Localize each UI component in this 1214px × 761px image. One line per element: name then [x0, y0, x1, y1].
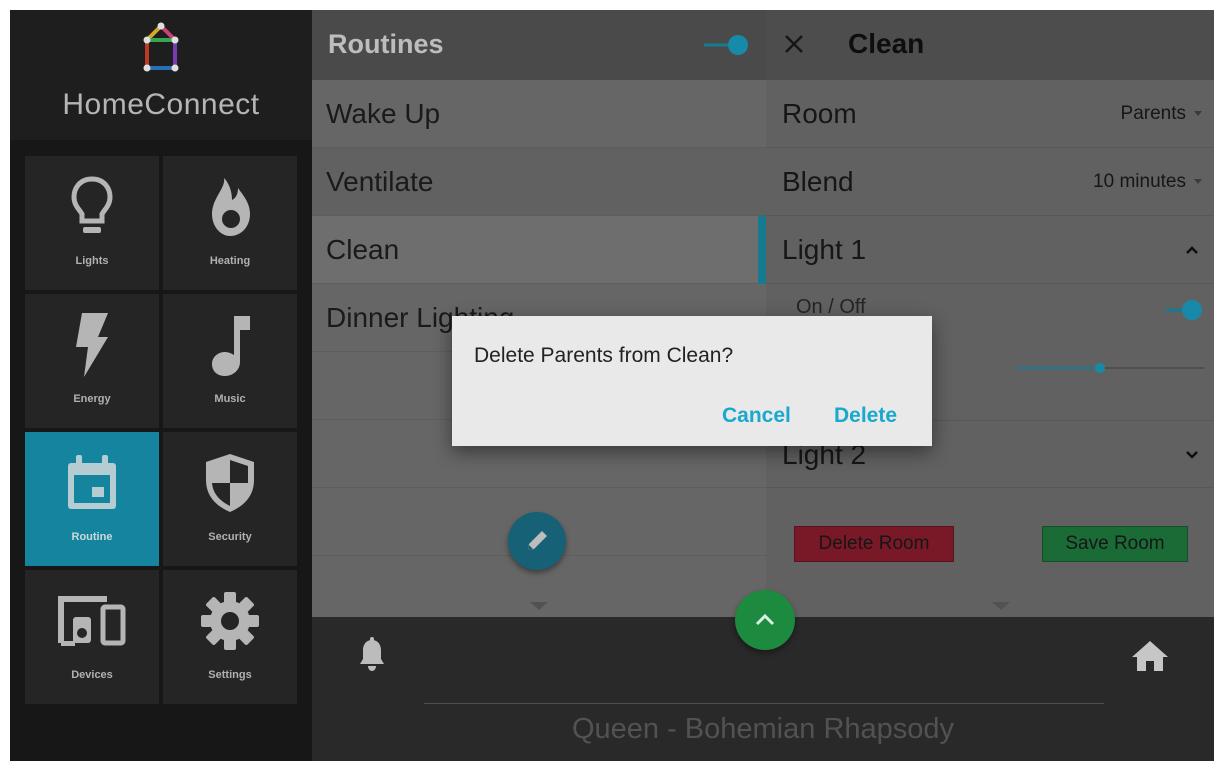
brand-header: HomeConnect: [10, 10, 312, 140]
player-divider: [424, 703, 1104, 704]
lightning-icon: [25, 308, 159, 382]
light1-label: Light 1: [782, 234, 867, 265]
save-room-button[interactable]: Save Room: [1042, 526, 1188, 562]
light1-toggle[interactable]: [1164, 299, 1204, 321]
scroll-down-indicator: [992, 602, 1010, 610]
routine-item-ventilate[interactable]: Ventilate: [312, 148, 766, 216]
shield-icon: [163, 446, 297, 520]
edit-routine-button[interactable]: [508, 512, 566, 570]
routine-item-wake-up[interactable]: Wake Up: [312, 80, 766, 148]
brand-name: HomeConnect: [62, 88, 260, 121]
detail-title: Clean: [848, 28, 925, 59]
nav-tile-label: Music: [214, 393, 246, 405]
house-logo-icon: [143, 22, 179, 72]
bell-icon[interactable]: [358, 637, 386, 673]
routine-detail-panel: Clean Room Parents Blend 10 minutes Ligh…: [766, 10, 1214, 617]
home-icon[interactable]: [1130, 639, 1170, 673]
nav-tile-devices[interactable]: Devices: [25, 570, 159, 704]
expand-player-button[interactable]: [735, 590, 795, 650]
gear-icon: [163, 584, 297, 658]
room-row: Room Parents: [766, 80, 1214, 148]
flame-icon: [163, 170, 297, 244]
nav-tile-label: Settings: [208, 669, 252, 681]
sidebar: HomeConnect Lights Heating Energy Music …: [10, 10, 312, 761]
close-icon[interactable]: [782, 32, 806, 56]
chevron-down-icon[interactable]: [1184, 447, 1200, 463]
app-window: HomeConnect Lights Heating Energy Music …: [10, 10, 1214, 761]
nav-tile-label: Routine: [71, 531, 113, 543]
music-note-icon: [163, 308, 297, 382]
lightbulb-icon: [25, 170, 159, 244]
light1-row[interactable]: Light 1: [766, 216, 1214, 284]
calendar-icon: [25, 446, 159, 520]
nav-tile-lights[interactable]: Lights: [25, 156, 159, 290]
cancel-button[interactable]: Cancel: [722, 404, 791, 428]
blend-select[interactable]: 10 minutes: [1093, 148, 1202, 216]
routines-title: Routines: [328, 29, 444, 59]
nav-tile-label: Devices: [71, 669, 113, 681]
blend-value: 10 minutes: [1093, 171, 1186, 192]
nav-tile-security[interactable]: Security: [163, 432, 297, 566]
nav-tile-label: Heating: [209, 255, 251, 267]
nav-tile-settings[interactable]: Settings: [163, 570, 297, 704]
room-select[interactable]: Parents: [1121, 80, 1202, 148]
routine-item-clean[interactable]: Clean: [312, 216, 766, 284]
detail-header: Clean: [766, 10, 1214, 80]
now-playing-text: Queen - Bohemian Rhapsody: [571, 713, 955, 745]
nav-tile-music[interactable]: Music: [163, 294, 297, 428]
nav-tile-label: Lights: [75, 255, 109, 267]
chevron-up-icon[interactable]: [1184, 242, 1200, 258]
brightness-slider[interactable]: [1016, 362, 1204, 374]
routines-header: Routines: [312, 10, 766, 80]
delete-button[interactable]: Delete: [834, 404, 897, 428]
routines-toggle[interactable]: [702, 33, 752, 57]
dialog-message: Delete Parents from Clean?: [474, 344, 734, 367]
dropdown-caret-icon: [1194, 111, 1202, 117]
nav-tile-heating[interactable]: Heating: [163, 156, 297, 290]
blend-row: Blend 10 minutes: [766, 148, 1214, 216]
scroll-down-indicator: [530, 602, 548, 610]
routines-panel: Routines Wake Up Ventilate Clean Dinner …: [312, 10, 766, 617]
chevron-up-icon: [755, 613, 775, 626]
delete-room-button[interactable]: Delete Room: [794, 526, 954, 562]
room-value: Parents: [1120, 103, 1186, 124]
nav-tile-label: Energy: [73, 393, 111, 405]
nav-tile-routine[interactable]: Routine: [25, 432, 159, 566]
devices-icon: [25, 584, 159, 658]
pencil-icon: [528, 531, 547, 550]
nav-tile-label: Security: [208, 531, 252, 543]
confirm-dialog: Delete Parents from Clean? Cancel Delete: [452, 316, 932, 446]
dropdown-caret-icon: [1194, 179, 1202, 185]
blend-label: Blend: [782, 166, 854, 197]
room-label: Room: [782, 98, 857, 129]
nav-tile-energy[interactable]: Energy: [25, 294, 159, 428]
